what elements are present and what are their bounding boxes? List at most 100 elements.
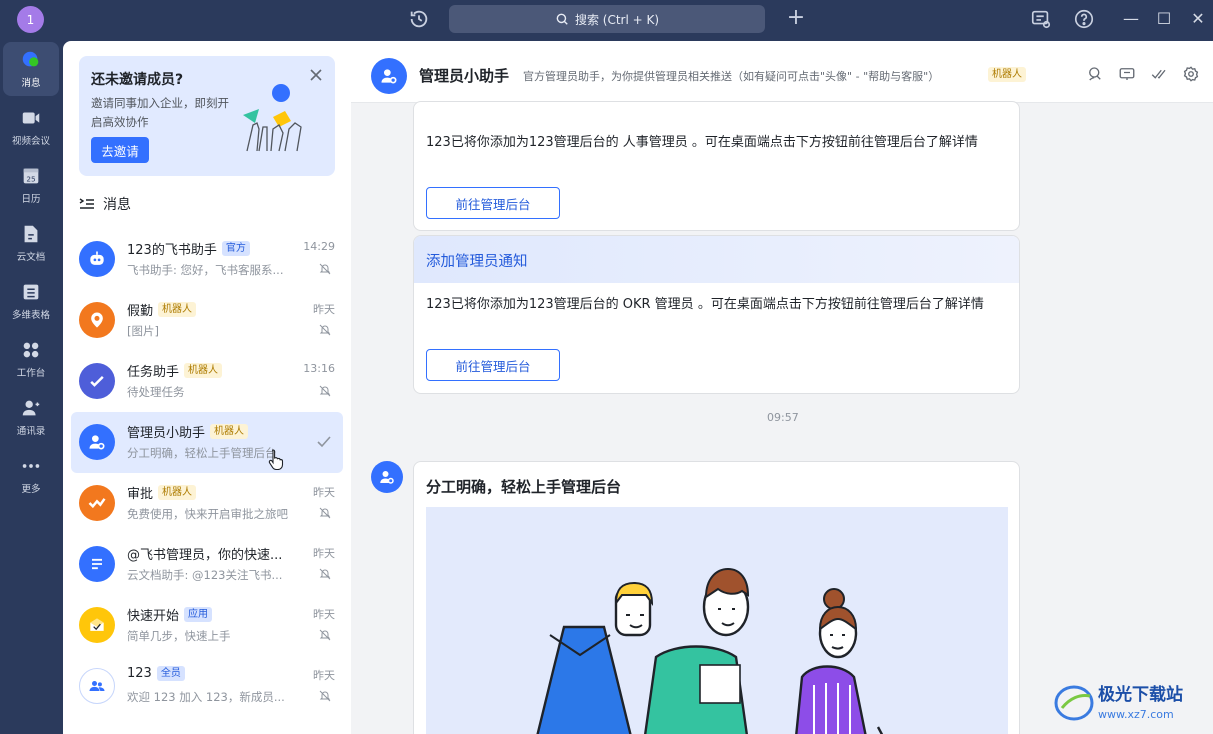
card-text: 123已将你添加为123管理后台的 人事管理员 。可在桌面端点击下方按钮前往管理… <box>426 135 978 150</box>
admin-avatar <box>79 424 115 460</box>
conversation-name: 123 全员 <box>127 666 185 681</box>
sender-avatar[interactable] <box>371 461 403 493</box>
message-card-intro: 分工明确，轻松上手管理后台 <box>413 461 1020 734</box>
settings-icon[interactable] <box>1182 65 1200 83</box>
mouse-cursor-icon <box>268 449 284 470</box>
invite-card: 还未邀请成员? 邀请同事加入企业，即刻开启高效协作 去邀请 <box>79 56 335 176</box>
conversation-item[interactable]: 任务助手 机器人 待处理任务 13:16 <box>71 351 343 412</box>
nav-messages[interactable]: 消息 <box>3 42 59 96</box>
calendar-icon: 25 <box>23 168 39 184</box>
conversation-name: 审批 机器人 <box>127 483 197 502</box>
goto-admin-button[interactable]: 前往管理后台 <box>426 187 560 219</box>
mute-bell-icon <box>319 507 331 519</box>
nav-label: 视频会议 <box>11 136 50 147</box>
goto-admin-button[interactable]: 前往管理后台 <box>426 349 560 381</box>
card-header: 添加管理员通知 <box>414 236 1019 283</box>
approval-avatar <box>79 485 115 521</box>
conversation-item[interactable]: 123的飞书助手 官方 飞书助手: 您好，飞书客服系... 14:29 <box>71 229 343 290</box>
watermark-title: 极光下载站 <box>1098 684 1183 705</box>
search-icon <box>556 13 568 25</box>
add-tab-icon[interactable] <box>1118 65 1136 83</box>
nav-contacts[interactable]: 通讯录 <box>3 390 59 444</box>
conversation-preview: 待处理任务 <box>127 385 185 399</box>
conversation-panel: 还未邀请成员? 邀请同事加入企业，即刻开启高效协作 去邀请 消息 123的飞书助… <box>63 41 351 734</box>
mark-all-done-icon[interactable] <box>1150 65 1168 83</box>
close-window-button[interactable]: ✕ <box>1186 7 1210 31</box>
leave-avatar <box>79 302 115 338</box>
maximize-button[interactable]: ☐ <box>1152 7 1176 31</box>
title-bar: 1 搜索 (Ctrl + K) + — ☐ ✕ <box>0 0 1213 38</box>
mute-bell-icon <box>319 629 331 641</box>
mute-bell-icon <box>319 263 331 275</box>
conversation-item[interactable]: 快速开始 应用 简单几步，快速上手 昨天 <box>71 595 343 656</box>
conversation-item[interactable]: 假勤 机器人 [图片] 昨天 <box>71 290 343 351</box>
conversation-item[interactable]: 123 全员 欢迎 123 加入 123，新成员... 昨天 <box>71 656 343 717</box>
section-title: 消息 <box>103 197 131 213</box>
bot-tag: 机器人 <box>158 485 197 500</box>
chat-avatar[interactable] <box>371 58 407 94</box>
card-title: 分工明确，轻松上手管理后台 <box>426 478 622 496</box>
conversation-name: 快速开始 应用 <box>127 605 213 624</box>
conversation-name: 任务助手 机器人 <box>127 361 223 380</box>
conversation-time: 14:29 <box>303 240 335 253</box>
history-icon[interactable] <box>408 8 430 30</box>
doc-icon <box>24 225 38 243</box>
conversation-name: 123的飞书助手 官方 <box>127 239 250 258</box>
nav-more[interactable]: 更多 <box>3 448 59 502</box>
conversation-time: 昨天 <box>313 608 335 621</box>
notification-settings-icon[interactable] <box>1030 8 1052 30</box>
help-icon[interactable] <box>1073 8 1095 30</box>
left-nav: 消息 视频会议 25 日历 云文档 多维表格 工作台 通讯录 更多 <box>0 38 62 734</box>
plus-icon[interactable]: + <box>785 7 807 30</box>
conversation-time: 13:16 <box>303 362 335 375</box>
nav-docs[interactable]: 云文档 <box>3 216 59 270</box>
conversation-time: 昨天 <box>313 486 335 499</box>
minimize-button[interactable]: — <box>1119 7 1143 31</box>
watermark-url: www.xz7.com <box>1098 708 1174 721</box>
task-avatar <box>79 363 115 399</box>
messages-section-header[interactable]: 消息 <box>79 194 131 214</box>
more-icon <box>22 464 40 468</box>
user-avatar[interactable]: 1 <box>17 6 44 33</box>
conversation-item[interactable]: 审批 机器人 免费使用，快来开启审批之旅吧 昨天 <box>71 473 343 534</box>
svg-text:25: 25 <box>26 175 36 184</box>
mute-bell-icon <box>319 568 331 580</box>
conversation-preview: 欢迎 123 加入 123，新成员... <box>127 690 285 704</box>
nav-label: 消息 <box>21 78 41 89</box>
nav-calendar[interactable]: 25 日历 <box>3 158 59 212</box>
list-collapse-icon <box>79 198 94 209</box>
apps-icon <box>23 342 39 358</box>
conversation-item[interactable]: @飞书管理员，你的快速... 云文档助手: @123关注飞书... 昨天 <box>71 534 343 595</box>
conversation-preview: 免费使用，快来开启审批之旅吧 <box>127 507 288 521</box>
mark-done-icon[interactable] <box>315 433 333 451</box>
nav-workplace[interactable]: 工作台 <box>3 332 59 386</box>
official-tag: 官方 <box>221 241 250 256</box>
message-timestamp: 09:57 <box>767 411 799 424</box>
invite-button[interactable]: 去邀请 <box>91 137 149 163</box>
search-box[interactable]: 搜索 (Ctrl + K) <box>449 5 765 33</box>
team-illustration <box>426 507 1008 734</box>
mute-bell-icon <box>319 690 331 702</box>
conversation-name: 假勤 机器人 <box>127 300 197 319</box>
group-icon <box>89 681 105 691</box>
quickstart-icon <box>90 618 104 631</box>
bot-tag: 机器人 <box>158 302 197 317</box>
nav-bitable[interactable]: 多维表格 <box>3 274 59 328</box>
message-icon <box>22 51 39 67</box>
conversation-time: 昨天 <box>313 669 335 682</box>
chat-area: 管理员小助手 官方管理员助手，为你提供管理员相关推送（如有疑问可点击"头像" -… <box>351 41 1213 734</box>
quickstart-avatar <box>79 607 115 643</box>
admin-user-icon <box>380 471 394 484</box>
video-icon <box>22 112 40 124</box>
search-chat-icon[interactable] <box>1086 65 1104 83</box>
table-icon <box>23 284 39 300</box>
all-members-tag: 全员 <box>156 666 185 681</box>
conversation-name: 管理员小助手 机器人 <box>127 422 249 441</box>
nav-video[interactable]: 视频会议 <box>3 100 59 154</box>
invite-desc: 邀请同事加入企业，即刻开启高效协作 <box>91 96 229 129</box>
conversation-preview: 云文档助手: @123关注飞书... <box>127 568 283 582</box>
mute-bell-icon <box>319 324 331 336</box>
conversation-preview: [图片] <box>127 324 159 338</box>
close-icon[interactable] <box>308 67 324 83</box>
conversation-item-active[interactable]: 管理员小助手 机器人 分工明确，轻松上手管理后台 <box>71 412 343 473</box>
